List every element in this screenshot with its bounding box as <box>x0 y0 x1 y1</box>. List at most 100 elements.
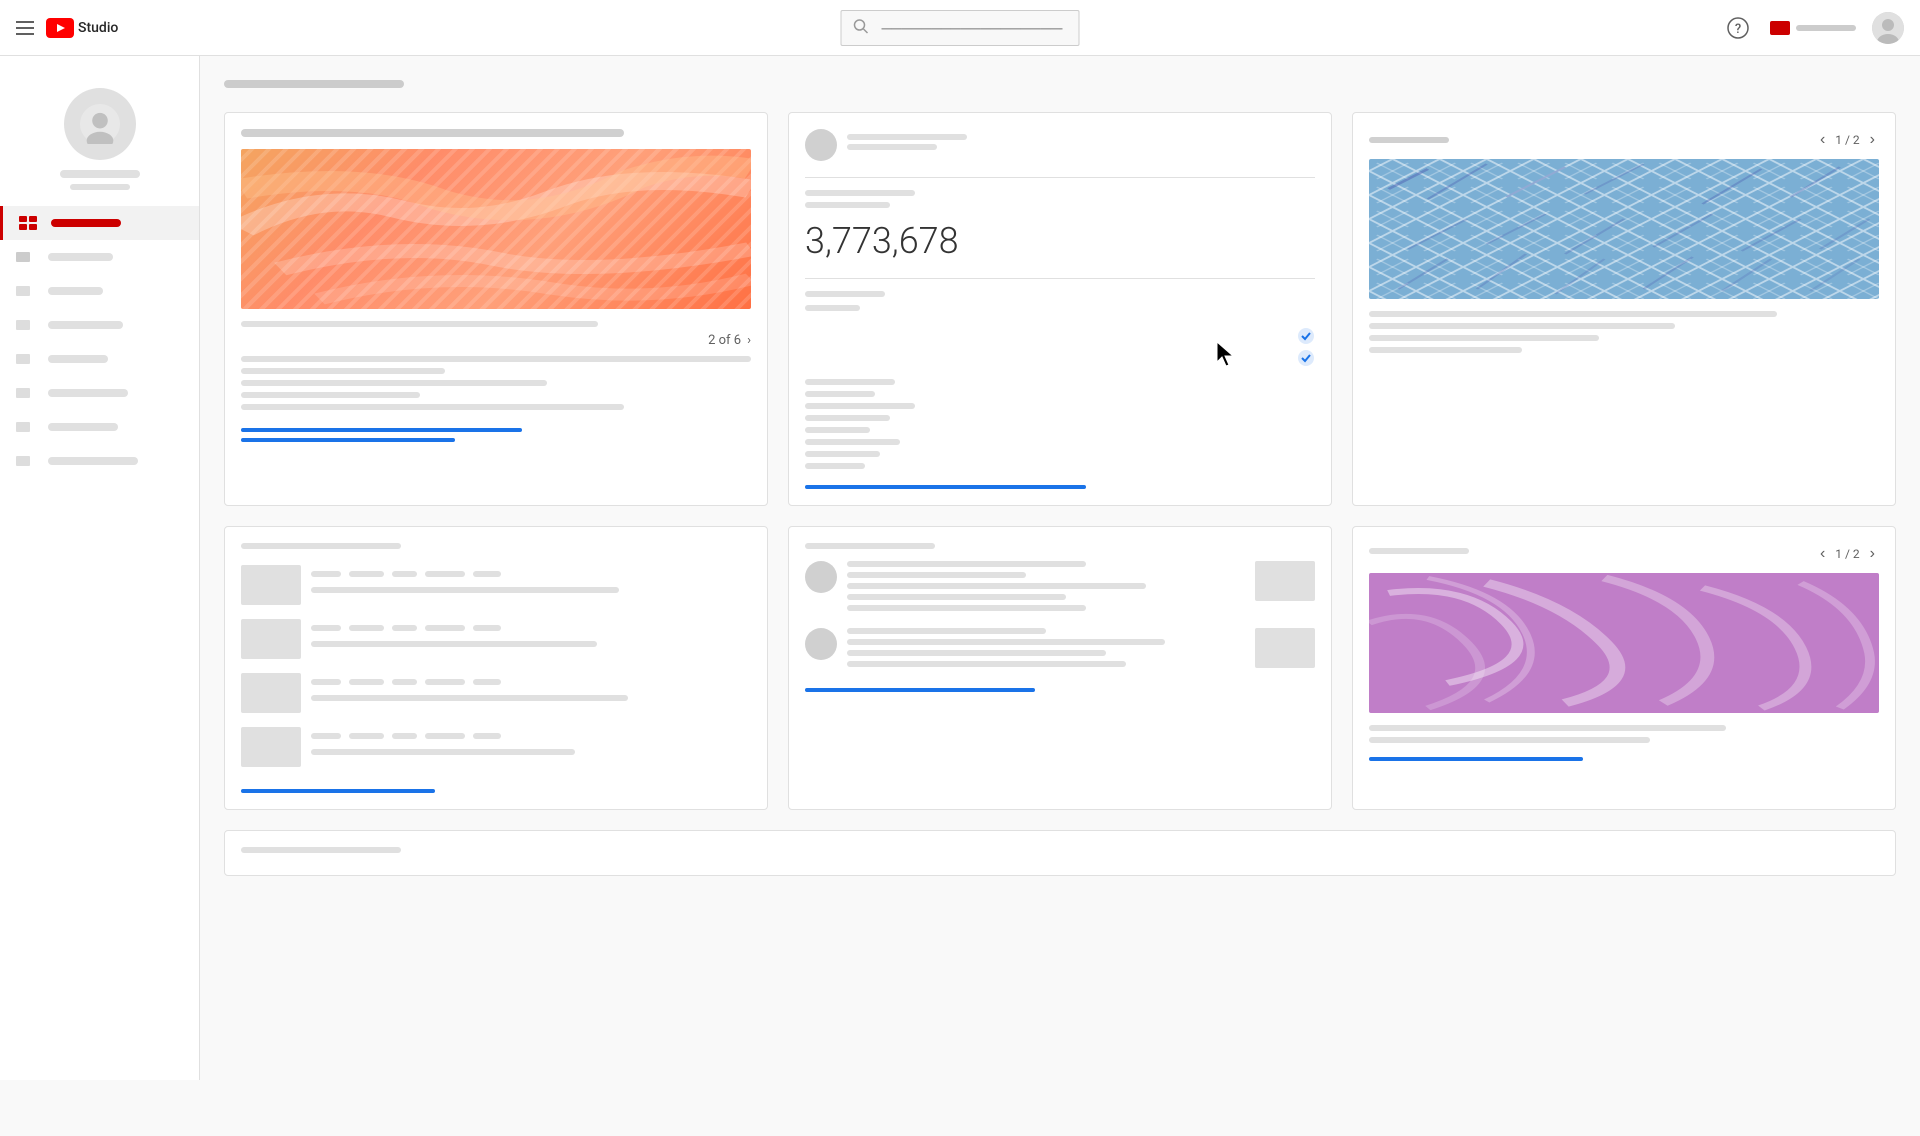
sidebar-item-content[interactable] <box>0 240 199 274</box>
list-thumb-3 <box>241 673 301 713</box>
pagination-blue: 1 / 2 <box>1835 133 1859 147</box>
audiolib-icon <box>16 454 36 468</box>
separator2 <box>805 278 1315 279</box>
list-bar1 <box>311 587 619 593</box>
card-thumbnail-orange: 2 of 6 › <box>224 112 768 506</box>
sidebar-channel-sub <box>70 184 130 190</box>
customization-icon <box>16 420 36 434</box>
sidebar-label-comments <box>48 321 123 329</box>
comments-icon <box>16 318 36 332</box>
card-bottom-extra <box>224 830 1896 876</box>
card6-progress <box>1369 757 1583 761</box>
comment-avatar-1 <box>805 561 837 593</box>
sidebar-item-dashboard[interactable] <box>0 206 199 240</box>
content-icon <box>16 250 36 264</box>
comment-name-bar <box>847 134 967 140</box>
sidebar-item-audiolib[interactable] <box>0 444 199 478</box>
sidebar-item-analytics[interactable] <box>0 274 199 308</box>
comment-meta-bar <box>847 144 937 150</box>
chevron-right-icon[interactable]: › <box>747 333 751 348</box>
list-stat4 <box>425 571 465 577</box>
comment-avatar-top <box>805 129 837 161</box>
comment-avatar-2 <box>805 628 837 660</box>
sidebar-label-audiolib <box>48 457 138 465</box>
comment-thumb-2 <box>1255 628 1315 668</box>
list-item <box>241 619 751 659</box>
card1-meta6 <box>241 404 624 410</box>
card1-title <box>241 129 624 137</box>
language-flag-button[interactable] <box>1770 21 1856 35</box>
sidebar-item-monetization[interactable] <box>0 376 199 410</box>
page-title <box>224 80 404 88</box>
comments-progress <box>805 688 1035 692</box>
sidebar-item-subtitles[interactable] <box>0 342 199 376</box>
card3-meta1 <box>1369 311 1777 317</box>
menu-button[interactable] <box>16 21 34 35</box>
list-stat1 <box>311 571 341 577</box>
stats-footer5 <box>805 427 870 433</box>
prev-btn-blue[interactable]: ‹ <box>1816 129 1829 151</box>
sidebar-item-comments[interactable] <box>0 308 199 342</box>
card3-title-bar <box>1369 137 1449 143</box>
card6-title-bar <box>1369 548 1469 554</box>
comments-title <box>805 543 935 549</box>
stats-label2 <box>805 202 890 208</box>
stats-footer8 <box>805 463 865 469</box>
stats-label1 <box>805 190 915 196</box>
user-avatar[interactable] <box>1872 12 1904 44</box>
analytics-icon <box>16 284 36 298</box>
channel-name-bar <box>1796 25 1856 31</box>
stats-footer3 <box>805 403 915 409</box>
list-progress <box>241 789 435 793</box>
checkmark-icon-1 <box>1297 327 1315 345</box>
header: Studio ? <box>0 0 1920 56</box>
stats-footer2 <box>805 391 875 397</box>
list-item <box>241 727 751 767</box>
card1-meta2 <box>241 356 751 362</box>
list-thumb-1 <box>241 565 301 605</box>
list-item <box>241 565 751 605</box>
comment-row-1 <box>805 561 1315 616</box>
prev-btn-purple[interactable]: ‹ <box>1816 543 1829 565</box>
card3-meta4 <box>1369 347 1522 353</box>
card1-meta4 <box>241 380 547 386</box>
card6-meta1 <box>1369 725 1726 731</box>
comment-thumb-1 <box>1255 561 1315 601</box>
card-purple-thumbnail: ‹ 1 / 2 › <box>1352 526 1896 810</box>
card-list <box>224 526 768 810</box>
checkmark-icon-2 <box>1297 349 1315 367</box>
svg-text:?: ? <box>1735 22 1741 37</box>
sidebar-label-subtitles <box>48 355 108 363</box>
card3-meta2 <box>1369 323 1675 329</box>
search-input[interactable] <box>841 10 1080 46</box>
pagination-purple: 1 / 2 <box>1835 547 1859 561</box>
header-right: ? <box>1722 12 1904 44</box>
card-comments-bottom <box>788 526 1332 810</box>
help-button[interactable]: ? <box>1722 12 1754 44</box>
list-item <box>241 673 751 713</box>
list-card-title <box>241 543 401 549</box>
thumbnail-blue <box>1369 159 1879 299</box>
studio-label: Studio <box>78 20 118 36</box>
stats-big-number: 3,773,678 <box>805 220 1315 262</box>
subtitles-icon <box>16 352 36 366</box>
card3-meta3 <box>1369 335 1599 341</box>
list-thumb-4 <box>241 727 301 767</box>
sidebar-avatar <box>64 88 136 160</box>
sidebar-label-content <box>48 253 113 261</box>
flag-icon <box>1770 21 1790 35</box>
sidebar-channel-name <box>60 170 140 178</box>
sidebar-item-label-dashboard <box>51 219 121 227</box>
list-stat2 <box>349 571 384 577</box>
stats-sublabel2 <box>805 305 860 311</box>
sidebar-item-customization[interactable] <box>0 410 199 444</box>
next-btn-blue[interactable]: › <box>1866 129 1879 151</box>
stats-footer1 <box>805 379 895 385</box>
separator <box>805 177 1315 178</box>
next-btn-purple[interactable]: › <box>1866 543 1879 565</box>
main-content: 2 of 6 › <box>200 56 1920 1080</box>
comment-row-2 <box>805 628 1315 672</box>
stats-footer4 <box>805 415 890 421</box>
stats-footer6 <box>805 439 900 445</box>
sidebar <box>0 56 200 1080</box>
